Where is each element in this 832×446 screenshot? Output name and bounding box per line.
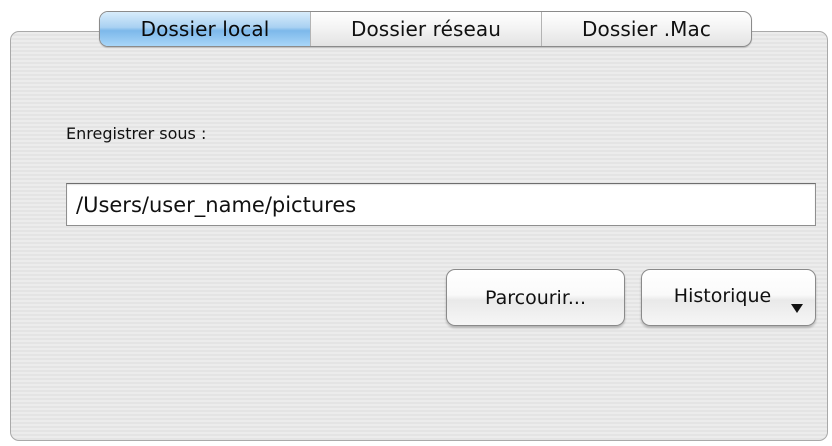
browse-button[interactable]: Parcourir... (446, 269, 625, 326)
browse-button-label: Parcourir... (484, 286, 587, 309)
tab-bar: Dossier local Dossier réseau Dossier .Ma… (99, 11, 752, 47)
save-path-input[interactable] (66, 183, 816, 226)
tab-panel (10, 31, 828, 441)
tab-network-folder[interactable]: Dossier réseau (310, 12, 541, 46)
save-as-label: Enregistrer sous : (66, 124, 207, 143)
tab-mac-folder[interactable]: Dossier .Mac (541, 12, 751, 46)
history-button[interactable]: Historique (641, 269, 816, 326)
tab-local-folder[interactable]: Dossier local (100, 12, 310, 46)
chevron-down-icon (791, 304, 803, 313)
history-button-label: Historique (673, 284, 772, 307)
